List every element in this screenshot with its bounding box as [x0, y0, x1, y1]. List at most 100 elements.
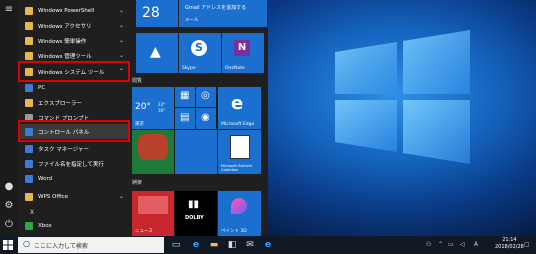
tile-weather[interactable]: 20° 23° 16° 東京 — [132, 87, 174, 129]
volume-icon[interactable]: ◁ — [460, 241, 465, 248]
windows-start-icon[interactable] — [2, 239, 14, 251]
chevron-up-icon[interactable]: ⌃ — [438, 241, 443, 248]
tile-area: 28 Gmail アドレスを追加する メール ▲ S Skype N OneNo… — [132, 0, 268, 236]
tile-edge[interactable]: e Microsoft Edge — [218, 87, 261, 129]
people-icon[interactable]: ⚇ — [426, 241, 431, 248]
tile-movies[interactable]: ▦ — [175, 87, 195, 107]
skype-icon: S — [191, 40, 207, 56]
clock-date: 2018/02/28 — [495, 244, 524, 250]
folder-icon — [25, 21, 33, 30]
task-manager-icon — [25, 144, 33, 153]
start-rail: ≡ ● ⚙ ⏻ — [0, 0, 18, 236]
dolby-label: DOLBY — [185, 215, 204, 221]
app-label: Windows 管理ツール — [38, 53, 92, 60]
task-view-icon[interactable]: ▭ — [170, 239, 182, 251]
edge-taskbar-icon[interactable]: e — [190, 239, 202, 251]
onenote-icon: N — [234, 40, 250, 56]
group-entertainment-label: 娯楽 — [132, 180, 143, 186]
app-task-manager[interactable]: タスク マネージャー — [18, 141, 130, 156]
highlight-system-tools — [18, 61, 130, 82]
settings-gear-icon[interactable]: ⚙ — [3, 200, 15, 212]
chevron-down-icon: ⌄ — [118, 37, 124, 44]
paint3d-icon — [231, 198, 247, 214]
chevron-down-icon: ⌄ — [118, 7, 124, 14]
taskbar-search[interactable]: ○ ここに入力して検索 — [18, 237, 164, 253]
taskbar: ○ ここに入力して検索 ▭ e ▬ ◧ ✉ e ⚇ ⌃ ▭ ◁ A 21:14 … — [0, 236, 536, 254]
app-label: Windows PowerShell — [38, 7, 95, 14]
app-label: Windows アクセサリ — [38, 23, 92, 30]
ime-indicator[interactable]: A — [474, 241, 478, 248]
notification-icon[interactable]: ▢ — [524, 241, 530, 248]
app-explorer[interactable]: エクスプローラー — [18, 95, 130, 110]
hamburger-icon[interactable]: ≡ — [3, 4, 15, 16]
folder-icon — [25, 36, 33, 45]
app-label: エクスプローラー — [38, 100, 82, 107]
tile-photos[interactable]: ▲ — [136, 33, 178, 73]
clock-time: 21:14 — [502, 237, 517, 243]
app-label: Word — [38, 175, 53, 182]
tile-solitaire[interactable]: Microsoft Solitaire Collection — [218, 130, 261, 174]
app-word[interactable]: Word — [18, 171, 130, 186]
weather-high: 23° — [158, 102, 166, 107]
app-pc[interactable]: PC — [18, 80, 130, 95]
user-avatar-icon[interactable]: ● — [3, 181, 15, 193]
folder-icon — [25, 192, 33, 201]
tile-dolby[interactable]: ▮▮ DOLBY — [175, 191, 217, 236]
mail-label: メール — [185, 18, 199, 23]
onenote-label: OneNote — [225, 66, 245, 71]
photos-icon: ▲ — [150, 44, 161, 60]
store-taskbar-icon[interactable]: ◧ — [226, 239, 238, 251]
explorer-taskbar-icon[interactable]: ▬ — [208, 239, 220, 251]
calendar-day: 28 — [142, 5, 160, 21]
app-label: ファイル名を指定して実行 — [38, 161, 104, 168]
tile-paint3d[interactable]: ペイント 3D — [218, 191, 261, 236]
ie-taskbar-icon[interactable]: e — [262, 239, 274, 251]
app-windows-powershell[interactable]: Windows PowerShell ⌄ — [18, 3, 130, 18]
chevron-down-icon: ⌄ — [118, 22, 124, 29]
calculator-icon: ▤ — [180, 112, 190, 123]
paint3d-label: ペイント 3D — [221, 229, 247, 234]
tile-mail[interactable]: Gmail アドレスを追加する メール — [179, 0, 267, 27]
tile-onenote[interactable]: N OneNote — [222, 33, 264, 73]
section-letter-x[interactable]: X — [30, 209, 34, 216]
network-icon[interactable]: ▭ — [448, 241, 454, 248]
tile-groove[interactable]: ◎ — [196, 87, 216, 107]
app-windows-accessories[interactable]: Windows アクセサリ ⌄ — [18, 18, 130, 33]
mail-text: Gmail アドレスを追加する — [185, 5, 247, 11]
app-wps-office[interactable]: WPS Office ⌄ — [18, 189, 130, 204]
folder-icon — [25, 51, 33, 60]
tile-calculator[interactable]: ▤ — [175, 108, 195, 129]
weather-temp: 20° — [135, 102, 151, 112]
music-disc-icon: ◎ — [201, 90, 210, 101]
news-label: ニュース — [135, 229, 153, 234]
tile-game[interactable] — [132, 130, 174, 174]
film-icon: ▦ — [180, 90, 190, 101]
app-list: Windows PowerShell ⌄ Windows アクセサリ ⌄ Win… — [18, 0, 132, 236]
mail-taskbar-icon[interactable]: ✉ — [244, 239, 256, 251]
app-windows-ease-of-access[interactable]: Windows 簡単操作 ⌄ — [18, 33, 130, 48]
weather-city: 東京 — [135, 122, 144, 127]
game-art-icon — [138, 134, 168, 160]
tile-camera[interactable]: ◉ — [196, 108, 216, 129]
tile-skype[interactable]: S Skype — [179, 33, 221, 73]
app-run[interactable]: ファイル名を指定して実行 — [18, 156, 130, 171]
weather-low: 16° — [158, 108, 166, 113]
app-xbox[interactable]: Xbox — [18, 218, 130, 233]
clock[interactable]: 21:14 2018/02/28 — [495, 237, 524, 251]
pc-icon — [25, 83, 33, 92]
app-label: Windows 簡単操作 — [38, 38, 87, 45]
search-placeholder[interactable]: ここに入力して検索 — [34, 241, 88, 250]
tile-spare[interactable] — [175, 130, 217, 174]
search-icon: ○ — [23, 239, 30, 248]
power-icon[interactable]: ⏻ — [3, 219, 15, 231]
start-menu: ≡ ● ⚙ ⏻ Windows PowerShell ⌄ Windows アクセ… — [0, 0, 268, 236]
tile-calendar[interactable]: 28 — [136, 0, 178, 27]
chevron-down-icon: ⌄ — [118, 193, 124, 200]
tile-news[interactable]: ニュース — [132, 191, 174, 236]
folder-icon — [25, 6, 33, 15]
word-icon — [25, 174, 33, 183]
cards-icon — [230, 135, 250, 159]
dolby-icon: ▮▮ — [188, 199, 200, 210]
app-label: Xbox — [38, 222, 52, 229]
xbox-icon — [25, 221, 33, 230]
